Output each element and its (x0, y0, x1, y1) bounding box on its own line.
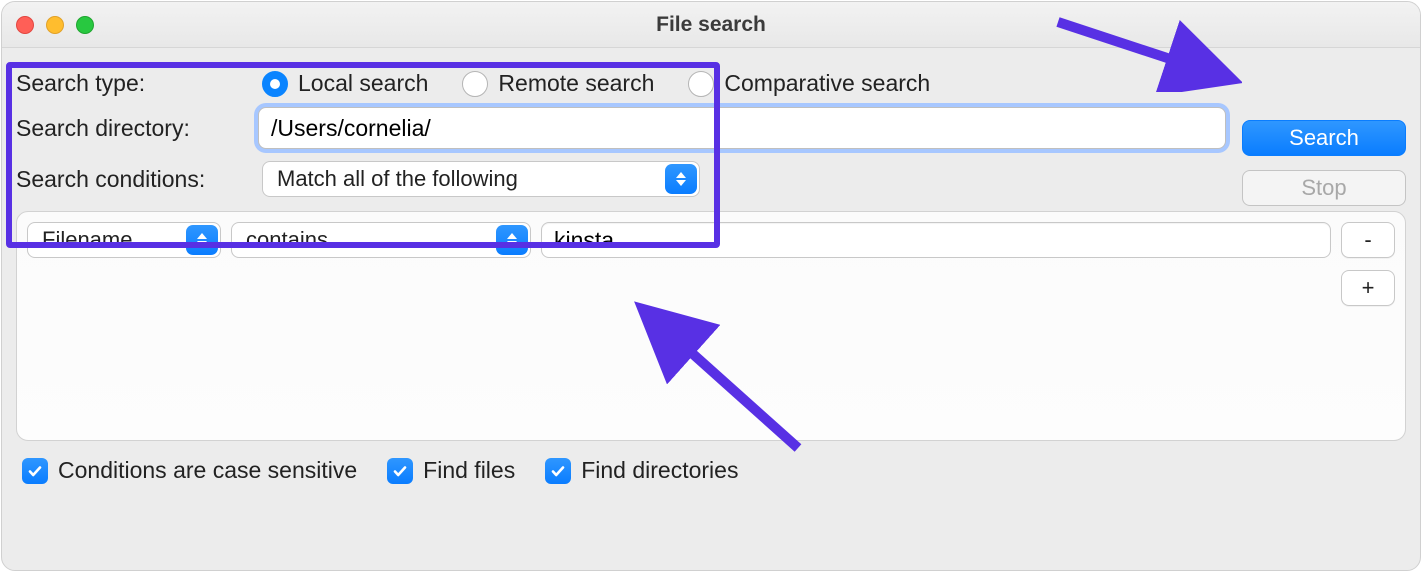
conditions-panel: Filename contains - + (16, 211, 1406, 441)
select-stepper-icon (665, 164, 697, 194)
checkbox-checked-icon (545, 458, 571, 484)
remove-condition-button[interactable]: - (1341, 222, 1395, 258)
minimize-window-icon[interactable] (46, 16, 64, 34)
condition-row: Filename contains - (27, 222, 1395, 258)
select-stepper-icon (496, 225, 528, 255)
file-search-window: File search Search Stop Search type: Loc… (1, 1, 1421, 571)
case-sensitive-label: Conditions are case sensitive (58, 457, 357, 484)
condition-value-input[interactable] (541, 222, 1331, 258)
find-directories-checkbox[interactable]: Find directories (545, 457, 738, 484)
action-buttons: Search Stop (1242, 120, 1406, 206)
titlebar: File search (2, 2, 1420, 48)
search-type-row: Search type: Local search Remote search … (16, 70, 1406, 97)
find-files-label: Find files (423, 457, 515, 484)
checkbox-checked-icon (387, 458, 413, 484)
search-directory-label: Search directory: (16, 115, 258, 142)
radio-icon (262, 71, 288, 97)
stop-button: Stop (1242, 170, 1406, 206)
radio-comparative-search[interactable]: Comparative search (688, 70, 930, 97)
traffic-lights (2, 16, 94, 34)
search-button[interactable]: Search (1242, 120, 1406, 156)
search-type-radio-group: Local search Remote search Comparative s… (262, 70, 1406, 97)
search-conditions-row: Search conditions: Match all of the foll… (16, 161, 1406, 197)
search-type-label: Search type: (16, 70, 262, 97)
find-files-checkbox[interactable]: Find files (387, 457, 515, 484)
maximize-window-icon[interactable] (76, 16, 94, 34)
search-conditions-label: Search conditions: (16, 166, 262, 193)
close-window-icon[interactable] (16, 16, 34, 34)
radio-remote-label: Remote search (498, 70, 654, 97)
radio-local-search[interactable]: Local search (262, 70, 428, 97)
condition-operator-value: contains (246, 227, 328, 253)
window-title: File search (2, 13, 1420, 37)
options-row: Conditions are case sensitive Find files… (16, 441, 1406, 484)
radio-remote-search[interactable]: Remote search (462, 70, 654, 97)
conditions-match-value: Match all of the following (277, 166, 518, 192)
radio-icon (462, 71, 488, 97)
search-directory-input[interactable] (258, 107, 1226, 149)
select-stepper-icon (186, 225, 218, 255)
content-area: Search Stop Search type: Local search Re… (2, 48, 1420, 484)
search-directory-row: Search directory: (16, 107, 1406, 149)
conditions-match-select[interactable]: Match all of the following (262, 161, 700, 197)
condition-field-select[interactable]: Filename (27, 222, 221, 258)
radio-local-label: Local search (298, 70, 428, 97)
radio-icon (688, 71, 714, 97)
checkbox-checked-icon (22, 458, 48, 484)
case-sensitive-checkbox[interactable]: Conditions are case sensitive (22, 457, 357, 484)
condition-field-value: Filename (42, 227, 132, 253)
add-condition-button[interactable]: + (1341, 270, 1395, 306)
find-directories-label: Find directories (581, 457, 738, 484)
condition-operator-select[interactable]: contains (231, 222, 531, 258)
radio-comparative-label: Comparative search (724, 70, 930, 97)
